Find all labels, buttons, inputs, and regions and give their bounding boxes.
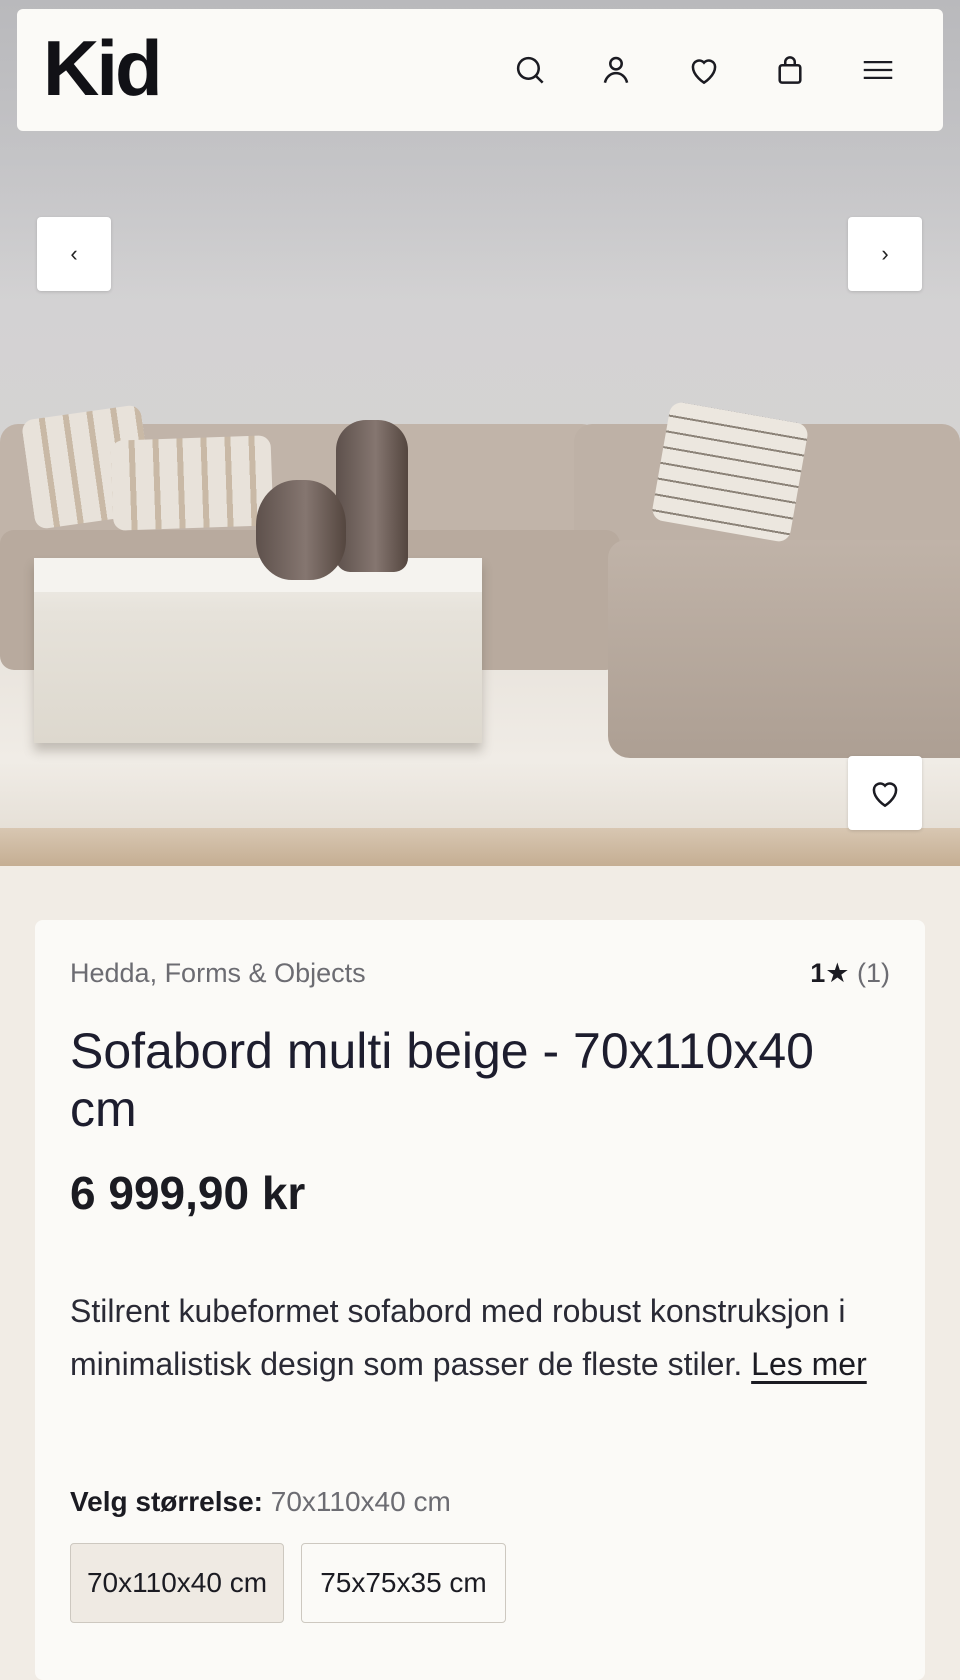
- size-selected-value: 70x110x40 cm: [270, 1486, 451, 1517]
- rating-count: (1): [857, 958, 890, 988]
- wishlist-button[interactable]: [681, 47, 727, 93]
- bag-icon: [778, 56, 802, 84]
- product-brand[interactable]: Hedda, Forms & Objects: [70, 958, 366, 989]
- menu-icon: [863, 60, 893, 80]
- chevron-left-icon: ‹: [70, 241, 78, 266]
- chevron-right-icon: ›: [881, 241, 889, 266]
- product-price: 6 999,90 kr: [70, 1167, 306, 1219]
- size-label-text: Velg størrelse:: [70, 1486, 263, 1517]
- product-title: Sofabord multi beige - 70x110x40 cm: [70, 1023, 814, 1137]
- read-more-link[interactable]: Les mer: [751, 1346, 867, 1382]
- product-rating[interactable]: 1★ (1): [810, 958, 890, 989]
- size-option-75x75x35[interactable]: 75x75x35 cm: [301, 1543, 506, 1623]
- gallery-next-button[interactable]: ›: [848, 217, 922, 291]
- product-description: Stilrent kubeformet sofabord med robust …: [70, 1285, 870, 1391]
- gallery-prev-button[interactable]: ‹: [37, 217, 111, 291]
- account-button[interactable]: [593, 47, 639, 93]
- logo[interactable]: Kid: [43, 29, 163, 107]
- rating-value: 1: [810, 958, 826, 988]
- heart-icon: [872, 782, 898, 808]
- site-header: Kid: [17, 9, 943, 131]
- add-to-wishlist-button[interactable]: [848, 756, 922, 830]
- star-icon: ★: [825, 958, 850, 988]
- size-selector-label: Velg størrelse: 70x110x40 cm: [70, 1486, 451, 1518]
- product-info-card: Hedda, Forms & Objects 1★ (1) Sofabord m…: [35, 920, 925, 1680]
- search-button[interactable]: [507, 47, 553, 93]
- size-option-70x110x40[interactable]: 70x110x40 cm: [70, 1543, 284, 1623]
- heart-icon: [691, 59, 717, 85]
- description-text: Stilrent kubeformet sofabord med robust …: [70, 1293, 846, 1382]
- pillow: [650, 400, 810, 544]
- menu-button[interactable]: [855, 47, 901, 93]
- cart-button[interactable]: [767, 47, 813, 93]
- vase-tall: [336, 420, 408, 572]
- vase-round: [256, 480, 346, 580]
- floor: [0, 828, 960, 866]
- pillow: [110, 435, 274, 531]
- sofa-chaise: [608, 540, 960, 758]
- user-icon: [603, 56, 629, 84]
- search-icon: [516, 56, 544, 84]
